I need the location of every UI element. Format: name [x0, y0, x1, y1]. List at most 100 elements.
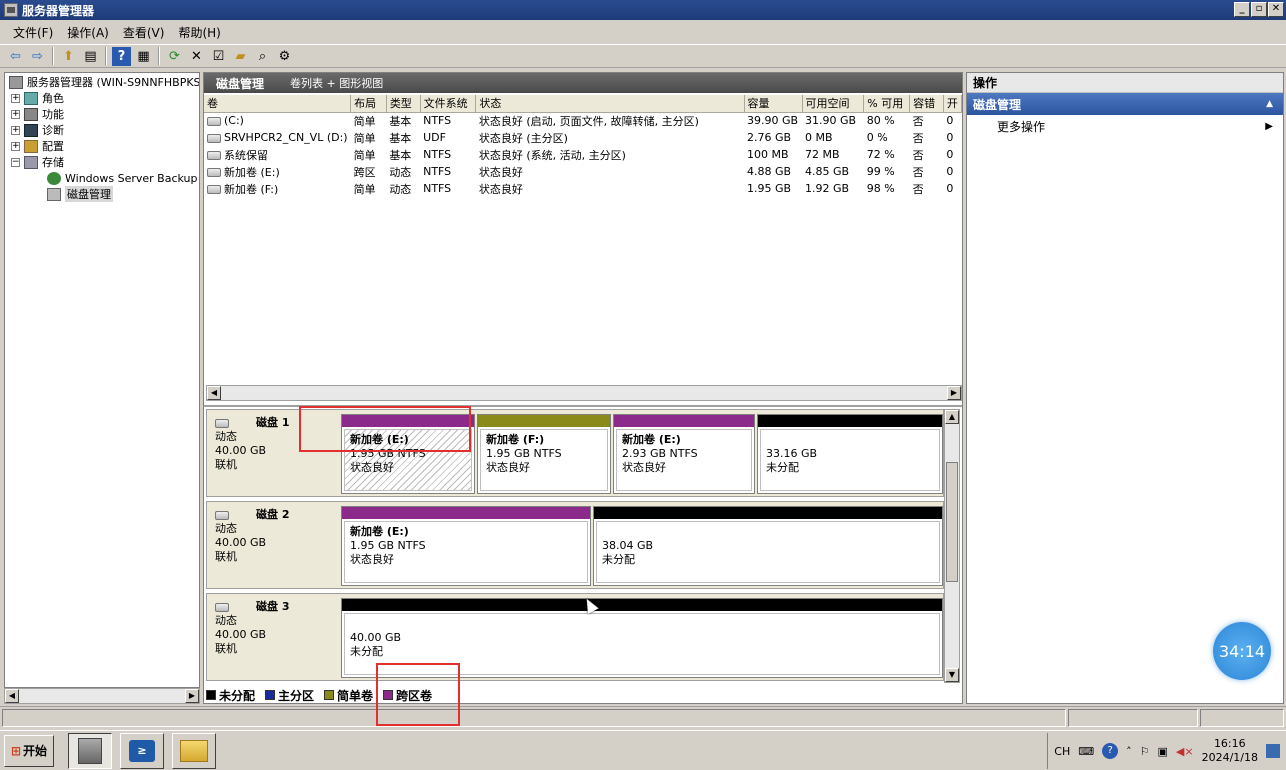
volume-list-scrollbar[interactable]: ◀ ▶	[206, 385, 962, 401]
tree-item-roles[interactable]: + 角色	[11, 90, 64, 106]
tree-item-storage[interactable]: − 存储	[11, 154, 64, 170]
help-icon[interactable]: ?	[112, 46, 131, 66]
scroll-thumb[interactable]	[946, 462, 958, 582]
close-button[interactable]: ✕	[1268, 2, 1284, 17]
actions-section-label: 磁盘管理	[973, 97, 1022, 112]
table-cell: 98 %	[866, 182, 895, 195]
forward-arrow-icon[interactable]: ⇨	[28, 47, 47, 66]
table-row[interactable]: 系统保留 简单 基本 NTFS 状态良好 (系统, 活动, 主分区) 100 MB 72 M…	[204, 146, 962, 163]
table-row[interactable]: 新加卷 (F:) 简单 动态 NTFS 状态良好 1.95 GB 1.92 GB 98 % 否 0	[204, 180, 962, 197]
menu-action[interactable]: 操作(A)	[60, 24, 116, 41]
delete-icon[interactable]: ✕	[187, 47, 206, 66]
table-cell: 否	[912, 131, 924, 145]
table-row[interactable]: SRVHPCR2_CN_VL (D:) 简单 基本 UDF 状态良好 (主分区) 2.76…	[204, 129, 962, 146]
graphical-view-scrollbar[interactable]: ▲ ▼	[944, 409, 960, 683]
table-row[interactable]: (C:) 简单 基本 NTFS 状态良好 (启动, 页面文件, 故障转储, 主分区) 39…	[204, 112, 962, 129]
keyboard-icon[interactable]: ⌨	[1078, 745, 1094, 758]
start-button[interactable]: ⊞ 开始	[4, 734, 54, 767]
table-cell: (C:)	[204, 112, 351, 129]
column-header[interactable]: 类型	[386, 95, 421, 113]
tree-horizontal-scrollbar[interactable]: ◀ ▶	[4, 688, 200, 704]
partition-size: 1.95 GB NTFS	[486, 447, 562, 460]
status-bar	[0, 706, 1286, 728]
status-cell	[1200, 709, 1284, 727]
storage-icon	[24, 155, 38, 169]
tree-item-label: 配置	[42, 140, 64, 153]
tree-item-disk-management[interactable]: 磁盘管理	[47, 186, 113, 202]
disk-2[interactable]: 磁盘 2 动态 40.00 GB 联机 新加卷 (E:) 1.95 GB NTFS 状态良好…	[206, 501, 944, 589]
expand-icon[interactable]: +	[11, 125, 20, 135]
scroll-up-icon[interactable]: ▲	[945, 410, 959, 424]
refresh-icon[interactable]: ⟳	[165, 47, 184, 66]
expand-icon[interactable]: +	[11, 141, 20, 151]
scroll-left-icon[interactable]: ◀	[5, 689, 19, 703]
scroll-right-icon[interactable]: ▶	[947, 386, 961, 400]
menu-help[interactable]: 帮助(H)	[171, 24, 227, 41]
menu-view[interactable]: 查看(V)	[116, 24, 172, 41]
settings-icon[interactable]: ⚙	[275, 47, 294, 66]
column-header[interactable]: 容量	[744, 95, 803, 113]
column-header[interactable]: 可用空间	[802, 95, 865, 113]
more-actions[interactable]: 更多操作 ▶	[967, 115, 1283, 137]
search-icon[interactable]: ⌕	[253, 47, 272, 66]
volume-muted-icon[interactable]: ◀×	[1176, 745, 1194, 758]
tree-item-features[interactable]: + 功能	[11, 106, 64, 122]
network-icon[interactable]: ▣	[1158, 745, 1168, 758]
collapse-icon[interactable]: −	[11, 157, 20, 167]
collapse-up-icon[interactable]: ▲	[1266, 99, 1273, 109]
scroll-right-icon[interactable]: ▶	[185, 689, 199, 703]
tree-item-config[interactable]: + 配置	[11, 138, 64, 154]
partition[interactable]: 新加卷 (F:) 1.95 GB NTFS 状态良好	[477, 414, 611, 494]
properties-sheet-icon[interactable]: ☑	[209, 47, 228, 66]
partition[interactable]: 新加卷 (E:) 2.93 GB NTFS 状态良好	[613, 414, 755, 494]
show-desktop-icon[interactable]	[1266, 744, 1280, 758]
table-cell: 100 MB	[747, 148, 789, 161]
show-hide-tree-icon[interactable]: ▤	[81, 47, 100, 66]
help-icon[interactable]: ?	[1102, 743, 1119, 759]
roles-icon	[24, 91, 38, 105]
properties-icon[interactable]: ▦	[134, 47, 153, 66]
partition[interactable]: 33.16 GB 未分配	[757, 414, 943, 494]
up-folder-icon[interactable]: ⬆	[59, 47, 78, 66]
chevron-up-icon[interactable]: ˄	[1126, 745, 1132, 758]
actions-section-disk-management[interactable]: 磁盘管理 ▲	[967, 93, 1283, 115]
table-cell: 4.88 GB	[747, 165, 792, 178]
volume-table: 卷布局 类型 文件系统 状态 容量 可用空间% 可用 容错开 (C:) 简单 基本 NTFS 状态良…	[204, 95, 962, 197]
disk-label[interactable]: 磁盘 2 动态 40.00 GB 联机	[207, 502, 339, 588]
expand-icon[interactable]: +	[11, 109, 20, 119]
expand-icon[interactable]: +	[11, 93, 20, 103]
column-header[interactable]: % 可用	[863, 95, 911, 113]
column-header[interactable]: 卷	[204, 95, 352, 113]
tree-item-diagnostics[interactable]: + 诊断	[11, 122, 64, 138]
scroll-down-icon[interactable]: ▼	[945, 668, 959, 682]
flag-icon[interactable]: ⚐	[1140, 745, 1150, 758]
partition[interactable]: 新加卷 (E:) 1.95 GB NTFS 状态良好	[341, 506, 591, 586]
recording-timer[interactable]: 34:14	[1213, 622, 1271, 680]
column-header[interactable]: 开	[943, 95, 962, 113]
language-indicator[interactable]: CH	[1054, 745, 1070, 758]
minimize-button[interactable]: _	[1234, 2, 1250, 17]
column-header[interactable]: 容错	[909, 95, 944, 113]
taskbar-explorer[interactable]	[172, 732, 216, 769]
menu-file[interactable]: 文件(F)	[6, 24, 60, 41]
tree-root[interactable]: 服务器管理器 (WIN-S9NNFHBPKS	[9, 74, 200, 90]
column-header[interactable]: 状态	[475, 95, 745, 113]
volume-icon	[207, 133, 221, 143]
scroll-left-icon[interactable]: ◀	[207, 386, 221, 400]
disk-label[interactable]: 磁盘 3 动态 40.00 GB 联机	[207, 594, 339, 680]
tree-root-label: 服务器管理器 (WIN-S9NNFHBPKS	[27, 76, 200, 89]
back-arrow-icon[interactable]: ⇦	[6, 47, 25, 66]
taskbar-server-manager[interactable]	[68, 732, 112, 769]
disk-3[interactable]: 磁盘 3 动态 40.00 GB 联机 40.00 GB 未分配	[206, 593, 944, 681]
table-cell: 否	[912, 114, 924, 128]
column-header[interactable]: 布局	[350, 95, 387, 113]
clock[interactable]: 16:16 2024/1/18	[1202, 737, 1258, 765]
tree-item-windows-server-backup[interactable]: Windows Server Backup	[47, 170, 198, 186]
taskbar-powershell[interactable]: ≥	[120, 732, 164, 769]
table-row[interactable]: 新加卷 (E:) 跨区 动态 NTFS 状态良好 4.88 GB 4.85 GB 99 % 否 0	[204, 163, 962, 180]
open-folder-icon[interactable]: ▰	[231, 47, 250, 66]
partition[interactable]: 38.04 GB 未分配	[593, 506, 943, 586]
maximize-button[interactable]: ▫	[1251, 2, 1267, 17]
column-header[interactable]: 文件系统	[420, 95, 477, 113]
center-header: 磁盘管理 卷列表 + 图形视图	[204, 73, 962, 93]
